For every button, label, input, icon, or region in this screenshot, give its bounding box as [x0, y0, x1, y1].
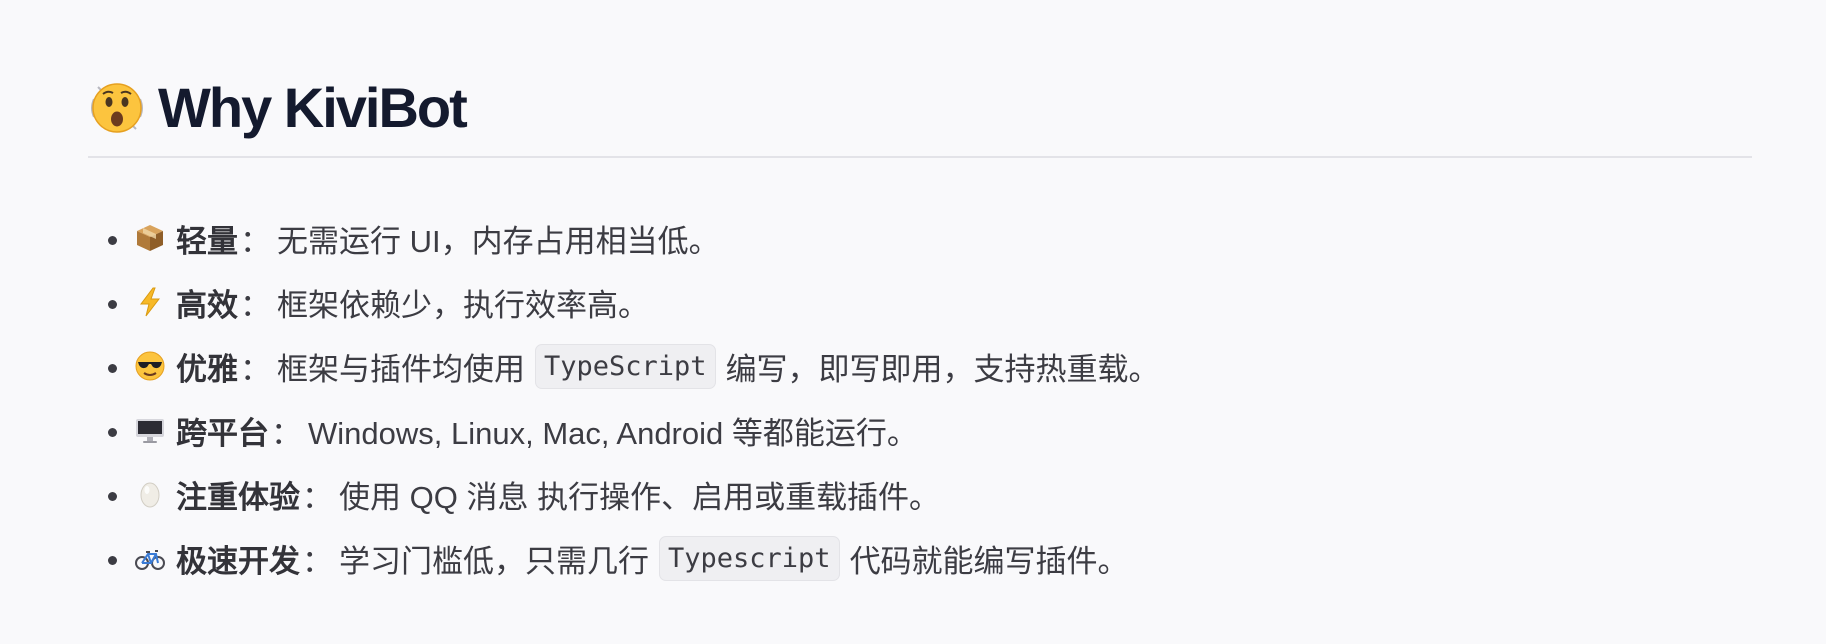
bullet-dot — [108, 364, 117, 373]
feature-description: 使用 QQ 消息 执行操作、启用或重载插件。 — [339, 479, 941, 515]
feature-description: 学习门槛低，只需几行 — [339, 543, 649, 579]
feature-label: 高效 — [176, 287, 238, 323]
feature-colon: ： — [240, 223, 271, 259]
feature-description: Windows, Linux, Mac, Android 等都能运行。 — [308, 415, 918, 451]
egg-icon — [134, 478, 166, 510]
desktop-computer-icon — [134, 414, 166, 446]
page-title: Why KiviBot — [158, 76, 468, 139]
feature-label: 跨平台 — [176, 415, 269, 451]
bullet-dot — [108, 492, 117, 501]
package-icon — [134, 222, 166, 254]
list-item: 注重体验 ： 使用 QQ 消息 执行操作、启用或重载插件。 — [88, 462, 1752, 526]
bullet-dot — [108, 428, 117, 437]
document-content: Why KiviBot 轻量 ： 无需运行 UI，内存占用相当低。 高效 ： 框… — [88, 60, 1752, 590]
feature-colon: ： — [240, 351, 271, 387]
feature-label: 轻量 — [176, 223, 238, 259]
bullet-dot — [108, 300, 117, 309]
section-heading: Why KiviBot — [88, 60, 1752, 158]
feature-description-tail: 编写，即写即用，支持热重载。 — [725, 351, 1160, 387]
feature-colon: ： — [240, 287, 271, 323]
bullet-dot — [108, 556, 117, 565]
inline-code: Typescript — [659, 535, 840, 581]
feature-list: 轻量 ： 无需运行 UI，内存占用相当低。 高效 ： 框架依赖少，执行效率高。 — [88, 206, 1752, 590]
feature-description: 框架与插件均使用 — [277, 351, 525, 387]
lightning-icon — [134, 286, 166, 318]
feature-label: 极速开发 — [176, 543, 300, 579]
list-item: 跨平台 ： Windows, Linux, Mac, Android 等都能运行… — [88, 398, 1752, 462]
astonished-face-icon — [88, 79, 146, 137]
feature-description-tail: 代码就能编写插件。 — [849, 543, 1129, 579]
feature-description: 框架依赖少，执行效率高。 — [277, 287, 649, 323]
feature-label: 优雅 — [176, 351, 238, 387]
feature-colon: ： — [302, 543, 333, 579]
bicycle-icon — [134, 542, 166, 574]
list-item: 高效 ： 框架依赖少，执行效率高。 — [88, 270, 1752, 334]
list-item: 优雅 ： 框架与插件均使用 TypeScript 编写，即写即用，支持热重载。 — [88, 334, 1752, 398]
list-item: 极速开发 ： 学习门槛低，只需几行 Typescript 代码就能编写插件。 — [88, 526, 1752, 590]
feature-label: 注重体验 — [176, 479, 300, 515]
list-item: 轻量 ： 无需运行 UI，内存占用相当低。 — [88, 206, 1752, 270]
feature-colon: ： — [271, 415, 302, 451]
inline-code: TypeScript — [535, 343, 716, 389]
sunglasses-face-icon — [134, 350, 166, 382]
feature-colon: ： — [302, 479, 333, 515]
bullet-dot — [108, 236, 117, 245]
feature-description: 无需运行 UI，内存占用相当低。 — [277, 223, 720, 259]
